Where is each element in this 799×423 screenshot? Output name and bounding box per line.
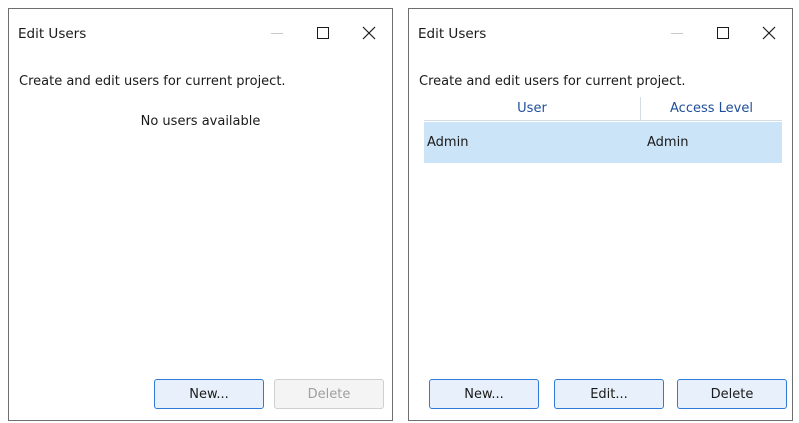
table-header: User Access Level [424,97,782,121]
column-header-user[interactable]: User [424,97,641,120]
delete-user-button: Delete [274,379,384,409]
title-bar[interactable]: Edit Users [9,9,392,59]
minimize-icon [271,32,283,34]
edit-users-dialog-empty: Edit Users Create and edit users for cur… [8,8,393,421]
window-title: Edit Users [18,26,87,42]
dialog-description: Create and edit users for current projec… [419,74,686,89]
close-icon [362,26,376,40]
maximize-icon [717,27,729,39]
column-header-access-level[interactable]: Access Level [641,97,782,120]
new-user-button[interactable]: New... [429,379,539,409]
empty-users-message: No users available [140,114,261,129]
users-table: User Access Level Admin Admin [424,97,782,163]
minimize-button[interactable] [654,17,700,49]
dialog-description: Create and edit users for current projec… [19,74,286,89]
close-icon [762,26,776,40]
delete-user-button[interactable]: Delete [677,379,787,409]
maximize-button[interactable] [700,17,746,49]
close-button[interactable] [346,17,392,49]
new-user-button[interactable]: New... [154,379,264,409]
maximize-button[interactable] [300,17,346,49]
window-title: Edit Users [418,26,487,42]
edit-users-dialog-populated: Edit Users Create and edit users for cur… [408,8,793,421]
cell-access-level: Admin [647,135,689,150]
maximize-icon [317,27,329,39]
minimize-button[interactable] [254,17,300,49]
cell-user: Admin [427,135,469,150]
edit-user-button[interactable]: Edit... [554,379,664,409]
table-row[interactable]: Admin Admin [424,122,782,163]
minimize-icon [671,32,683,34]
close-button[interactable] [746,17,792,49]
title-bar[interactable]: Edit Users [409,9,792,59]
